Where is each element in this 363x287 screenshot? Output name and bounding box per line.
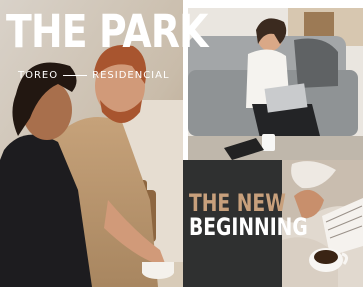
brand-title: THE PARK bbox=[6, 5, 208, 58]
woman-laptop-illustration bbox=[188, 8, 363, 160]
advertisement-collage: THE PARK TOREO RESIDENCIAL THE NEW BEGIN… bbox=[0, 0, 363, 287]
brand-divider bbox=[63, 75, 88, 76]
brand-subtitle: TOREO RESIDENCIAL bbox=[18, 70, 170, 81]
tagline-line-2: BEGINNING bbox=[189, 213, 308, 242]
brand-descriptor: RESIDENCIAL bbox=[92, 70, 170, 81]
brand-location: TOREO bbox=[18, 70, 59, 81]
tagline-headline: THE NEW BEGINNING bbox=[189, 191, 308, 240]
tagline-line-1: THE NEW bbox=[189, 189, 286, 217]
top-right-photo bbox=[188, 8, 363, 160]
